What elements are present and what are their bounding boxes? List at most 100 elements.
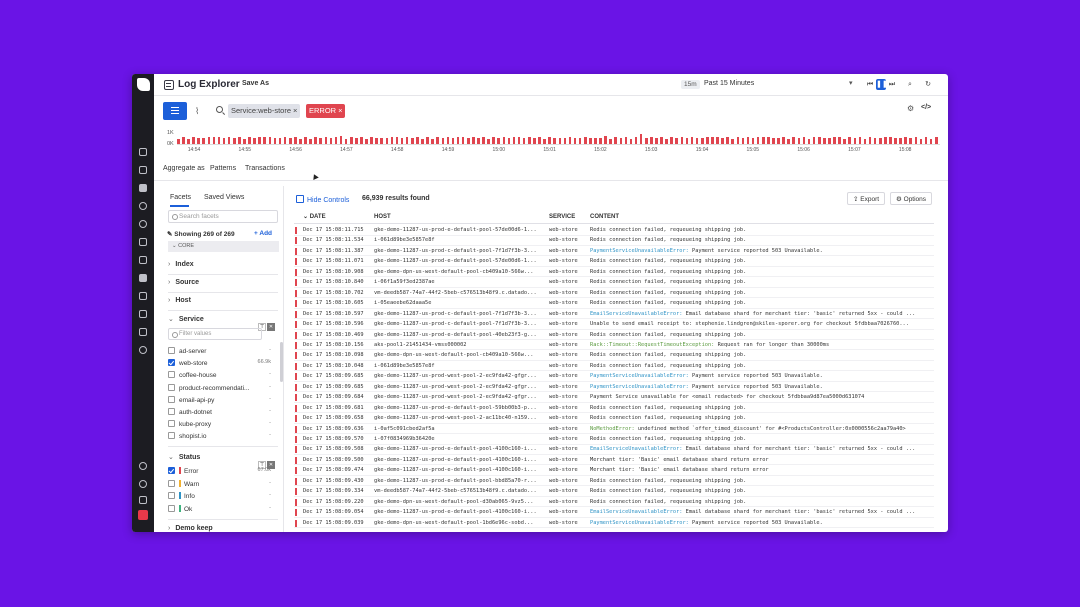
- histogram-bar[interactable]: [823, 137, 826, 144]
- histogram-bar[interactable]: [650, 137, 653, 144]
- histogram-bar[interactable]: [263, 137, 267, 144]
- gear-icon[interactable]: ⚙: [907, 104, 914, 113]
- checkbox[interactable]: [168, 467, 175, 474]
- service-value-2[interactable]: coffee-house -: [168, 371, 274, 381]
- histogram-bar[interactable]: [934, 137, 938, 144]
- histogram-bar[interactable]: [283, 136, 287, 144]
- histogram-bar[interactable]: [507, 138, 511, 144]
- histogram-bar[interactable]: [217, 137, 221, 144]
- table-row[interactable]: Dec 17 15:08:09.474 gke-demo-11287-us-pro…: [294, 465, 934, 476]
- histogram-bar[interactable]: [726, 136, 729, 144]
- histogram-bar[interactable]: [355, 138, 358, 144]
- histogram-bar[interactable]: [293, 137, 297, 144]
- checkbox[interactable]: [168, 395, 175, 403]
- histogram-bar[interactable]: [604, 136, 607, 144]
- histogram-bar[interactable]: [909, 138, 913, 144]
- add-facet-button[interactable]: + Add: [254, 230, 272, 237]
- service-value-1[interactable]: web-store 66.9k: [168, 359, 274, 369]
- logs-icon[interactable]: [139, 328, 147, 336]
- avatar[interactable]: [138, 510, 148, 520]
- integrations-icon[interactable]: [139, 346, 147, 354]
- histogram-bar[interactable]: [761, 137, 765, 144]
- table-row[interactable]: Dec 17 15:08:09.681 gke-demo-11287-us-pro…: [294, 403, 934, 414]
- table-row[interactable]: Dec 17 15:08:09.684 gke-demo-11287-us-pro…: [294, 392, 934, 403]
- column-content[interactable]: CONTENT: [590, 212, 619, 223]
- alert-icon[interactable]: [139, 220, 147, 228]
- checkbox[interactable]: [168, 359, 175, 367]
- apm-icon[interactable]: [139, 256, 147, 264]
- histogram-bar[interactable]: [416, 137, 419, 144]
- checkbox[interactable]: [168, 383, 175, 391]
- table-row[interactable]: Dec 17 15:08:10.840 i-06f1a59f3ed2387ae we…: [294, 277, 934, 288]
- histogram-bar[interactable]: [324, 137, 328, 144]
- histogram-bar[interactable]: [609, 139, 612, 144]
- histogram-bar[interactable]: [319, 137, 323, 144]
- histogram-bar[interactable]: [197, 137, 200, 144]
- histogram-bar[interactable]: [543, 138, 546, 144]
- histogram-bar[interactable]: [502, 137, 506, 144]
- chat-icon[interactable]: [139, 462, 147, 470]
- histogram-bar[interactable]: [344, 138, 348, 144]
- table-row[interactable]: Dec 17 15:08:09.636 i-0af5c091cbed2af5a we…: [294, 424, 934, 435]
- histogram-bar[interactable]: [675, 138, 679, 144]
- histogram-bar[interactable]: [731, 138, 735, 144]
- monitors-icon[interactable]: [139, 184, 147, 192]
- status-value-3[interactable]: Ok -: [168, 504, 274, 515]
- scrollbar[interactable]: [280, 342, 283, 382]
- histogram-bar[interactable]: [431, 138, 434, 144]
- close-icon[interactable]: ×: [338, 106, 342, 115]
- core-section[interactable]: ⌄ CORE: [168, 241, 279, 252]
- save-as-button[interactable]: Save As: [238, 79, 273, 88]
- histogram-bar[interactable]: [243, 138, 246, 144]
- histogram-bar[interactable]: [238, 137, 241, 144]
- histogram-bar[interactable]: [456, 137, 460, 144]
- histogram-bar[interactable]: [680, 137, 684, 144]
- facet-group-demo-keep[interactable]: Demo keep: [168, 525, 212, 532]
- table-row[interactable]: Dec 17 15:08:09.508 gke-demo-11287-us-pro…: [294, 444, 934, 455]
- table-row[interactable]: Dec 17 15:08:09.430 gke-demo-11287-us-pro…: [294, 476, 934, 487]
- histogram-bar[interactable]: [746, 136, 750, 144]
- hide-controls-button[interactable]: Hide Controls: [296, 195, 349, 204]
- table-row[interactable]: Dec 17 15:08:10.156 aks-pool1-21451434-vm…: [294, 340, 934, 351]
- histogram-bar[interactable]: [533, 137, 536, 144]
- histogram-bar[interactable]: [894, 137, 897, 144]
- histogram-bar[interactable]: [685, 138, 689, 144]
- histogram-bar[interactable]: [858, 137, 862, 144]
- histogram-bar[interactable]: [548, 136, 551, 144]
- histogram-bar[interactable]: [370, 136, 373, 144]
- histogram-bar[interactable]: [441, 137, 445, 144]
- histogram-bar[interactable]: [787, 138, 790, 144]
- histogram-bar[interactable]: [767, 137, 770, 144]
- histogram-bar[interactable]: [492, 136, 495, 144]
- tab-facets[interactable]: Facets: [170, 194, 191, 201]
- histogram-bar[interactable]: [299, 138, 302, 144]
- histogram-bar[interactable]: [573, 137, 577, 144]
- histogram-bar[interactable]: [538, 137, 541, 144]
- histogram-bar[interactable]: [716, 137, 719, 144]
- timeseries-view-icon[interactable]: ⌇: [195, 106, 205, 116]
- histogram-bar[interactable]: [360, 136, 363, 144]
- service-value-5[interactable]: auth-dotnet -: [168, 408, 274, 418]
- histogram-bar[interactable]: [751, 138, 755, 144]
- histogram-bar[interactable]: [634, 137, 638, 144]
- histogram-bar[interactable]: [868, 136, 872, 144]
- zoom-icon[interactable]: ⌕: [905, 79, 915, 90]
- service-value-7[interactable]: shopist.io -: [168, 432, 274, 442]
- status-value-0[interactable]: Error 67.0k: [168, 467, 274, 477]
- checkbox[interactable]: [168, 347, 175, 354]
- histogram-bar[interactable]: [838, 137, 841, 144]
- column-host[interactable]: HOST: [374, 212, 391, 223]
- checkbox[interactable]: [168, 371, 175, 379]
- histogram-bar[interactable]: [594, 137, 597, 144]
- histogram-bar[interactable]: [426, 136, 429, 144]
- table-row[interactable]: Dec 17 15:08:09.685 gke-demo-11287-us-pro…: [294, 382, 934, 393]
- security-icon[interactable]: [139, 310, 147, 318]
- histogram-bar[interactable]: [929, 138, 933, 144]
- service-value-4[interactable]: email-api-py -: [168, 395, 274, 406]
- help-icon[interactable]: [139, 480, 147, 488]
- histogram-bar[interactable]: [619, 138, 623, 144]
- histogram-bar[interactable]: [873, 137, 877, 144]
- synthetics-icon[interactable]: [139, 292, 147, 300]
- exclude-icon[interactable]: ✕: [267, 323, 275, 331]
- histogram-bar[interactable]: [782, 136, 785, 144]
